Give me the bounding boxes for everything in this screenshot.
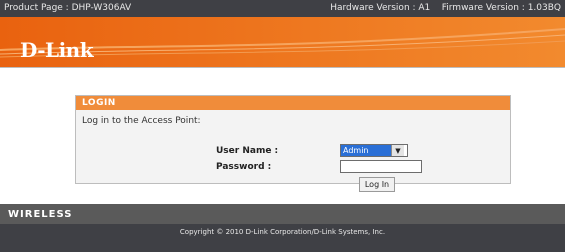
login-panel: LOGIN Log in to the Access Point: User N… [75,95,511,192]
banner-divider [0,67,565,74]
product-page: Product Page : DHP-W306AV [4,3,132,13]
brand-banner: D-Link [0,17,565,67]
chevron-down-icon[interactable]: ▼ [391,145,404,156]
top-bar: Product Page : DHP-W306AV Hardware Versi… [0,0,565,17]
username-select[interactable]: Admin ▼ [340,144,408,157]
firmware-version: Firmware Version : 1.03BQ [441,3,561,13]
hardware-version: Hardware Version : A1 [330,3,431,13]
password-label: Password : [216,162,272,172]
password-field[interactable] [340,160,422,173]
dlink-logo: D-Link [20,38,94,62]
username-label: User Name : [216,146,279,156]
login-body: Log in to the Access Point: User Name : … [76,110,510,192]
username-value: Admin [341,145,391,156]
copyright-text: Copyright © 2010 D-Link Corporation/D-Li… [179,228,386,236]
wireless-footer: WIRELESS [0,204,565,224]
login-button[interactable]: Log In [359,177,395,192]
login-title: LOGIN [76,96,510,110]
login-intro: Log in to the Access Point: [82,116,201,126]
wireless-label: WIRELESS [8,209,73,220]
version-info: Hardware Version : A1 Firmware Version :… [330,0,561,17]
